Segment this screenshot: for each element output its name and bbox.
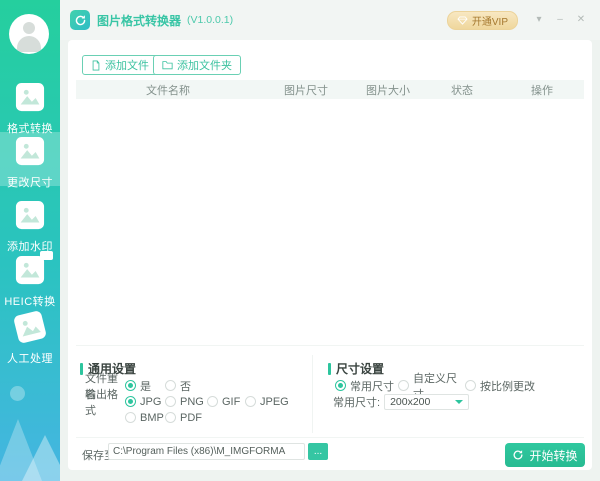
app-logo-icon <box>70 10 90 30</box>
accent-bar <box>80 363 83 375</box>
add-file-label: 添加文件 <box>105 57 149 73</box>
format-bmp-label: BMP <box>140 412 164 424</box>
format-option-jpeg[interactable]: JPEG <box>245 396 295 408</box>
image-icon <box>15 312 45 342</box>
image-icon <box>15 255 45 285</box>
size-settings-title: 尺寸设置 <box>328 360 384 377</box>
skin-menu-icon[interactable]: ▾ <box>532 13 546 27</box>
window-controls: ▾ – ✕ <box>532 13 588 27</box>
user-avatar[interactable] <box>9 14 49 54</box>
app-title: 图片格式转换器 <box>97 12 181 29</box>
add-folder-button[interactable]: 添加文件夹 <box>153 55 241 75</box>
radio-checked-icon[interactable] <box>125 396 136 407</box>
column-header-dimensions: 图片尺寸 <box>260 82 352 98</box>
convert-refresh-icon <box>512 449 524 461</box>
format-jpg-label: JPG <box>140 396 161 408</box>
format-option-gif[interactable]: GIF <box>207 396 245 408</box>
sidebar: 格式转换 更改尺寸 添加水印 HEIC转换 人工处理 <box>0 0 60 481</box>
image-icon <box>15 82 45 112</box>
column-header-actions: 操作 <box>500 82 584 98</box>
radio-icon[interactable] <box>398 380 409 391</box>
minimize-icon[interactable]: – <box>553 13 567 27</box>
format-option-pdf[interactable]: PDF <box>165 412 207 424</box>
file-table-header: 文件名称 图片尺寸 图片大小 状态 操作 <box>76 80 584 99</box>
chevron-down-icon <box>455 400 463 404</box>
size-mode-ratio-label: 按比例更改 <box>480 378 535 394</box>
browse-button[interactable]: ... <box>308 443 328 460</box>
format-option-bmp[interactable]: BMP <box>125 412 165 424</box>
avatar-head-icon <box>23 22 35 34</box>
settings-divider <box>76 345 584 346</box>
accent-bar <box>328 363 331 375</box>
start-convert-label: 开始转换 <box>529 447 577 464</box>
format-option-jpg[interactable]: JPG <box>125 396 165 408</box>
chat-bubble-badge-icon <box>40 251 53 260</box>
radio-icon[interactable] <box>165 412 176 423</box>
image-icon <box>15 200 45 230</box>
column-header-status: 状态 <box>424 82 500 98</box>
open-vip-button[interactable]: 开通VIP <box>447 11 518 30</box>
rename-yes-label: 是 <box>140 378 151 394</box>
settings-column-divider <box>312 355 313 433</box>
sidebar-item-label: 人工处理 <box>0 350 60 366</box>
sun-icon <box>10 386 25 401</box>
column-header-filesize: 图片大小 <box>352 82 424 98</box>
folder-icon <box>162 60 173 70</box>
image-icon <box>15 136 45 166</box>
close-icon[interactable]: ✕ <box>574 13 588 27</box>
size-settings-title-text: 尺寸设置 <box>336 360 384 377</box>
radio-checked-icon[interactable] <box>125 380 136 391</box>
sidebar-item-heic-convert[interactable]: HEIC转换 <box>0 251 60 305</box>
add-file-button[interactable]: 添加文件 <box>82 55 158 75</box>
format-option-png[interactable]: PNG <box>165 396 207 408</box>
gem-icon <box>457 16 468 25</box>
vip-label: 开通VIP <box>472 13 508 28</box>
format-pdf-label: PDF <box>180 412 202 424</box>
rename-no-label: 否 <box>180 378 191 394</box>
format-gif-label: GIF <box>222 396 240 408</box>
radio-icon[interactable] <box>165 380 176 391</box>
radio-icon[interactable] <box>245 396 256 407</box>
size-mode-row: 常用尺寸 自定义尺寸 按比例更改 <box>335 378 541 393</box>
size-mode-common[interactable]: 常用尺寸 <box>335 378 398 394</box>
radio-icon[interactable] <box>165 396 176 407</box>
format-label: 输出格式 <box>85 386 125 418</box>
avatar-shoulders-icon <box>17 36 41 52</box>
sidebar-item-label: 更改尺寸 <box>0 174 60 190</box>
format-png-label: PNG <box>180 396 204 408</box>
radio-icon[interactable] <box>465 380 476 391</box>
title-bar: 图片格式转换器 (V1.0.0.1) 开通VIP ▾ – ✕ <box>60 0 600 40</box>
save-path-input[interactable] <box>108 443 305 460</box>
general-settings-rows: 文件重名 是 否 输出格式 JPG PNG <box>85 378 295 426</box>
main-panel: 添加文件 添加文件夹 文件名称 图片尺寸 图片大小 状态 操作 通用设置 文件重… <box>68 40 592 470</box>
sidebar-item-watermark[interactable]: 添加水印 <box>0 196 60 250</box>
radio-icon[interactable] <box>207 396 218 407</box>
start-convert-button[interactable]: 开始转换 <box>505 443 585 467</box>
sidebar-item-manual-process[interactable]: 人工处理 <box>0 308 60 362</box>
rename-yes-option[interactable]: 是 <box>125 378 165 394</box>
common-size-row: 常用尺寸: 200x200 <box>333 394 469 410</box>
rename-no-option[interactable]: 否 <box>165 378 207 394</box>
sidebar-item-label: HEIC转换 <box>0 293 60 309</box>
common-size-value: 200x200 <box>390 396 430 408</box>
radio-checked-icon[interactable] <box>335 380 346 391</box>
common-size-label: 常用尺寸: <box>333 394 380 410</box>
column-header-filename: 文件名称 <box>76 82 260 98</box>
file-list-empty-area <box>76 99 584 345</box>
footer-divider <box>76 437 584 438</box>
file-icon <box>91 60 101 71</box>
sidebar-item-format-convert[interactable]: 格式转换 <box>0 78 60 132</box>
format-jpeg-label: JPEG <box>260 396 289 408</box>
sidebar-item-resize[interactable]: 更改尺寸 <box>0 132 60 186</box>
app-window: 格式转换 更改尺寸 添加水印 HEIC转换 人工处理 <box>0 0 600 481</box>
add-folder-label: 添加文件夹 <box>177 57 232 73</box>
sidebar-decoration <box>0 386 60 481</box>
radio-icon[interactable] <box>125 412 136 423</box>
format-setting-row: 输出格式 JPG PNG GIF JPEG <box>85 394 295 409</box>
app-version: (V1.0.0.1) <box>187 14 233 26</box>
size-mode-common-label: 常用尺寸 <box>350 378 394 394</box>
common-size-select[interactable]: 200x200 <box>384 394 469 410</box>
size-mode-ratio[interactable]: 按比例更改 <box>465 378 541 394</box>
